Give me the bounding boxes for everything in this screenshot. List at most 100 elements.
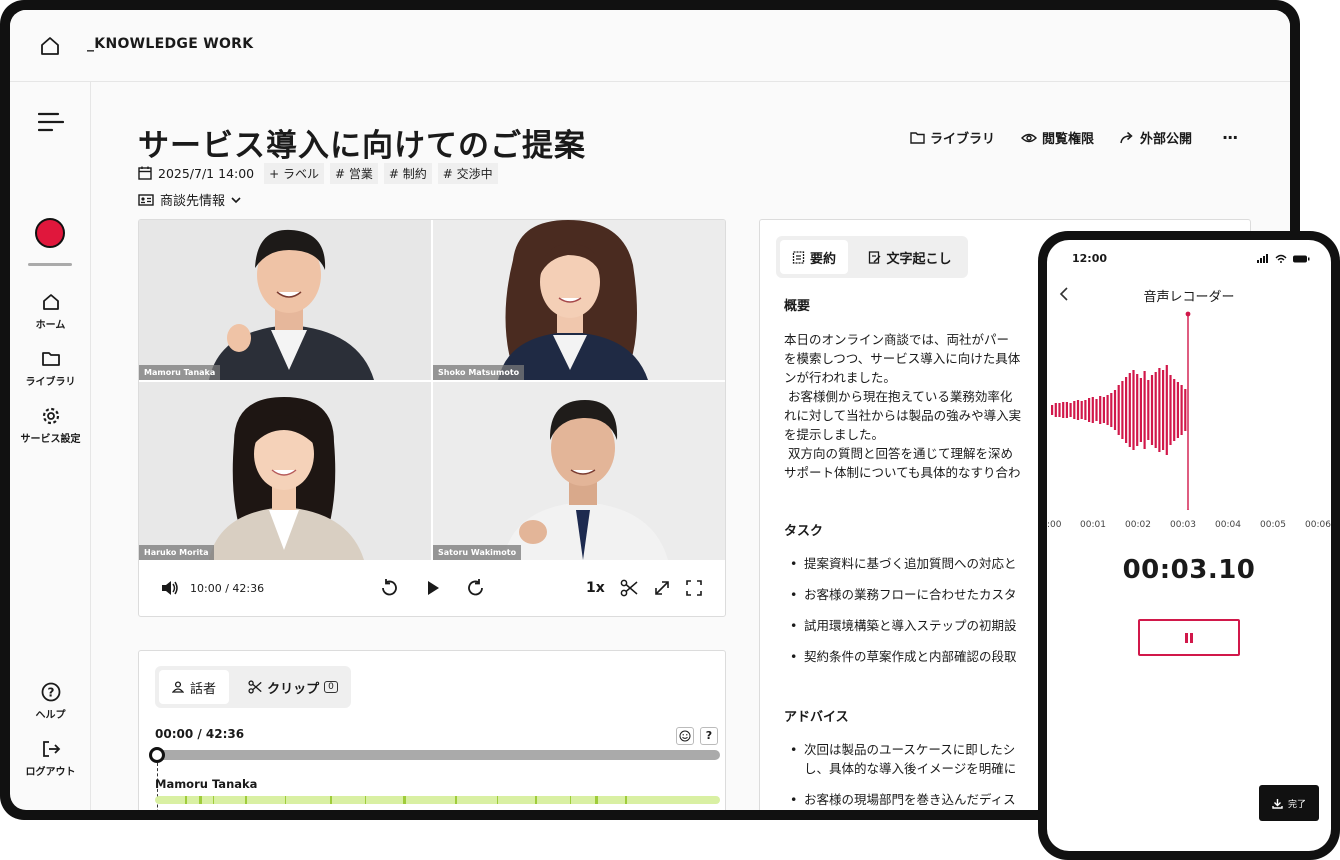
emoji-button[interactable]	[676, 727, 694, 745]
sidebar-item-home[interactable]: ホーム	[10, 292, 91, 331]
meta-row: 2025/7/1 14:00 + ラベル # 営業 # 制約 # 交渉中	[138, 162, 498, 184]
scissors-icon[interactable]	[620, 579, 638, 597]
fullscreen-icon[interactable]	[685, 579, 703, 597]
waveform-bar	[1054, 403, 1057, 417]
overview-line: 本日のオンライン商談では、両社がパー	[784, 332, 1010, 347]
waveform-bar	[1158, 368, 1161, 452]
person-icon	[171, 681, 184, 693]
tag-constraint[interactable]: # 制約	[383, 162, 432, 184]
timeline-track[interactable]	[157, 750, 720, 760]
waveform-bar	[1106, 395, 1109, 425]
time-tick: 00:05	[1260, 520, 1286, 530]
participant-name: Satoru Wakimoto	[433, 545, 522, 560]
tab-clips[interactable]: クリップ 0	[239, 670, 347, 704]
add-label-tag[interactable]: + ラベル	[264, 162, 325, 184]
list-item: 提案資料に基づく追加質問への対応と	[784, 554, 1017, 573]
waveform-bar	[1095, 399, 1098, 421]
playback-speed[interactable]: 1x	[586, 580, 605, 596]
sidebar-item-logout[interactable]: ログアウト	[10, 739, 91, 778]
overview-text: 本日のオンライン商談では、両社がパー を模索しつつ、サービス導入に向けた具体 ン…	[784, 330, 1021, 482]
scissors-icon	[248, 680, 262, 694]
tag-negotiating[interactable]: # 交渉中	[437, 162, 498, 184]
task-heading: タスク	[784, 524, 824, 539]
playback-time: 10:00 / 42:36	[190, 582, 265, 595]
expand-icon[interactable]	[653, 579, 671, 597]
waveform-bar	[1136, 374, 1139, 446]
rewind-icon[interactable]	[379, 578, 399, 598]
list-item: 試用環境構築と導入ステップの初期設	[784, 616, 1017, 635]
sidebar-divider	[28, 263, 72, 266]
deal-info-label: 商談先情報	[160, 194, 226, 209]
time-tick: 00:04	[1215, 520, 1241, 530]
overview-line: サポート体制についても具体的なすり合わ	[784, 465, 1021, 480]
download-icon	[1272, 798, 1283, 809]
tab-transcript[interactable]: 文字起こし	[856, 240, 964, 274]
waveform-bar	[1121, 381, 1124, 439]
home-icon[interactable]	[40, 36, 60, 56]
recording-timer: 00:03.10	[1122, 555, 1256, 585]
waveform-bar	[1162, 370, 1165, 450]
video-player: Mamoru Tanaka Shoko Matsumoto Haruko Mor…	[138, 219, 726, 617]
cursor-dot	[1185, 311, 1191, 317]
timeline-tabs: 話者 クリップ 0	[155, 666, 351, 708]
overview-line: 双方向の質問と回答を通じて理解を深め	[788, 446, 1014, 461]
sidebar-item-label: ライブラリ	[25, 377, 76, 388]
menu-icon[interactable]	[38, 112, 64, 134]
time-tick: 00:03	[1170, 520, 1196, 530]
tab-summary[interactable]: 要約	[780, 240, 848, 274]
top-bar: _KNOWLEDGE WORK	[10, 10, 1290, 82]
status-icons	[1257, 254, 1310, 263]
external-share-button[interactable]: 外部公開	[1120, 128, 1192, 147]
done-button[interactable]: 完了	[1259, 785, 1319, 821]
participant-video	[433, 382, 725, 560]
participant-name: Mamoru Tanaka	[139, 365, 221, 380]
play-icon[interactable]	[426, 580, 440, 596]
waveform-bar	[1139, 378, 1142, 442]
fast-forward-icon[interactable]	[466, 578, 486, 598]
advice-heading: アドバイス	[784, 710, 849, 725]
id-card-icon	[138, 193, 154, 206]
waveform-bar	[1110, 393, 1113, 427]
status-time: 12:00	[1072, 252, 1108, 265]
page-title: サービス導入に向けてのご提案	[138, 128, 586, 164]
list-item: 契約条件の草案作成と内部確認の段取	[784, 647, 1017, 666]
waveform-bar	[1180, 385, 1183, 435]
video-tile: Haruko Morita	[139, 382, 431, 560]
participant-name: Haruko Morita	[139, 545, 214, 560]
overview-line: を模索しつつ、サービス導入に向けた具体	[784, 351, 1021, 366]
sidebar-item-library[interactable]: ライブラリ	[10, 349, 91, 388]
volume-icon[interactable]	[161, 580, 179, 596]
phone-frame: 12:00 音声レコーダー :00 00:01 00:02 00:03 00:04 00:…	[1038, 231, 1340, 860]
waveform-bar	[1091, 397, 1094, 423]
waveform-bar	[1154, 372, 1157, 448]
waveform-bar	[1125, 377, 1128, 443]
tab-label: 文字起こし	[886, 251, 952, 267]
waveform-bar	[1102, 397, 1105, 423]
timeline-scrubber[interactable]	[149, 747, 165, 763]
player-controls: 10:00 / 42:36 1x	[139, 560, 725, 616]
sidebar-item-help[interactable]: ? ヘルプ	[10, 682, 91, 721]
library-button[interactable]: ライブラリ	[910, 128, 995, 147]
time-tick: :00	[1047, 520, 1062, 530]
waveform-bar	[1143, 371, 1146, 449]
view-permission-label: 閲覧権限	[1042, 132, 1095, 147]
participant-video	[139, 220, 431, 380]
timeline-help-button[interactable]: ?	[700, 727, 718, 745]
tag-sales[interactable]: # 営業	[330, 162, 378, 184]
edit-document-icon	[869, 250, 882, 264]
list-item: お客様の業務フローに合わせたカスタ	[784, 585, 1017, 604]
share-icon	[1120, 131, 1133, 144]
deal-info-dropdown[interactable]: 商談先情報	[138, 190, 241, 209]
sidebar-item-label: ヘルプ	[35, 710, 66, 721]
pause-button[interactable]	[1138, 619, 1240, 656]
sidebar-item-settings[interactable]: サービス設定	[10, 406, 91, 445]
tab-speakers[interactable]: 話者	[159, 670, 229, 704]
record-button[interactable]	[35, 218, 65, 248]
folder-icon	[910, 132, 925, 144]
overview-line: を提示しました。	[784, 427, 885, 442]
participant-name: Shoko Matsumoto	[433, 365, 525, 380]
video-tile: Shoko Matsumoto	[433, 220, 725, 380]
more-options-button[interactable]: ···	[1222, 128, 1238, 147]
view-permission-button[interactable]: 閲覧権限	[1021, 128, 1094, 147]
tab-label: 話者	[189, 681, 216, 697]
